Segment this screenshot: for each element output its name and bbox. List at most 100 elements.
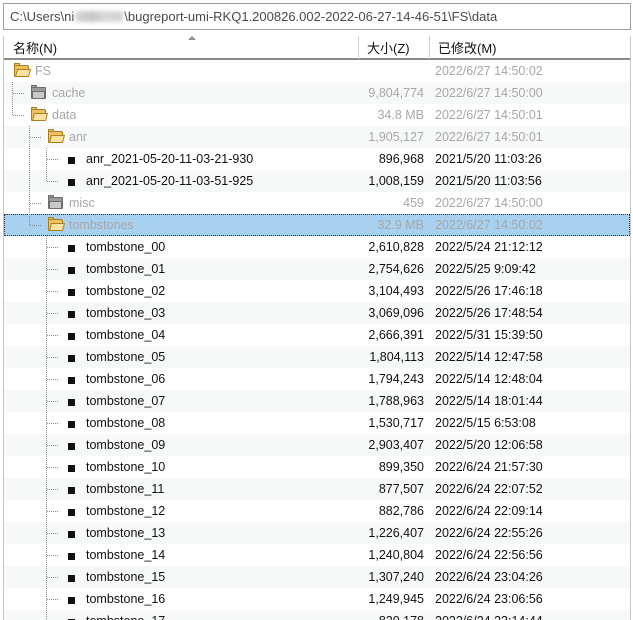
tree-guide-lines — [4, 456, 358, 478]
table-row[interactable]: tombstone_17 820,1782022/6/24 23:14:44 — [4, 610, 630, 620]
cell-name: tombstone_17 — [4, 610, 358, 620]
cell-size: 1,307,240 — [368, 570, 424, 584]
cell-name: tombstone_06 — [4, 368, 358, 390]
table-row[interactable]: anr_2021-05-20-11-03-21-930 896,968 2021/5… — [4, 148, 630, 170]
file-rows-container: FS 2022/6/27 14:50:02 cache 9,804,774 2022/6… — [4, 60, 630, 620]
table-row[interactable]: tombstone_00 2,610,828 2022/5/24 21:12:12 — [4, 236, 630, 258]
table-row[interactable]: tombstone_08 1,530,717 2022/5/15 6:53:08 — [4, 412, 630, 434]
table-row[interactable]: tombstone_13 1,226,407 2022/6/24 22:55:26 — [4, 522, 630, 544]
cell-modified: 2022/5/14 18:01:44 — [435, 394, 543, 408]
table-row[interactable]: misc 459 2022/6/27 14:50:00 — [4, 192, 630, 214]
tree-guide-lines — [4, 522, 358, 544]
column-header-name[interactable]: 名称(N) — [4, 36, 358, 59]
tree-guide-lines — [4, 302, 358, 324]
table-row[interactable]: tombstone_10 899,350 2022/6/24 21:57:30 — [4, 456, 630, 478]
cell-name: anr_2021-05-20-11-03-21-930 — [4, 148, 358, 170]
row-icon — [65, 525, 81, 541]
row-icon — [65, 173, 81, 189]
cell-size: 2,903,407 — [368, 438, 424, 452]
cell-modified: 2022/6/24 22:55:26 — [435, 526, 543, 540]
row-icon — [65, 305, 81, 321]
table-row[interactable]: tombstone_12 882,786 2022/6/24 22:09:14 — [4, 500, 630, 522]
file-icon — [68, 553, 75, 560]
tree-guide-lines — [4, 236, 358, 258]
table-row[interactable]: tombstone_01 2,754,626 2022/5/25 9:09:42 — [4, 258, 630, 280]
row-icon — [65, 151, 81, 167]
column-header-modified[interactable]: 已修改(M) — [429, 36, 630, 59]
cell-size: 1,008,159 — [368, 174, 424, 188]
row-name-label: tombstone_12 — [86, 503, 166, 518]
cell-modified: 2022/5/14 12:48:04 — [435, 372, 543, 386]
row-name-label: anr — [69, 129, 88, 144]
table-row[interactable]: data 34.8 MB 2022/6/27 14:50:01 — [4, 104, 630, 126]
cell-name: anr_2021-05-20-11-03-51-925 — [4, 170, 358, 192]
table-row[interactable]: tombstone_14 1,240,804 2022/6/24 22:56:56 — [4, 544, 630, 566]
tree-guide-lines — [4, 610, 358, 620]
table-row[interactable]: tombstone_15 1,307,240 2022/6/24 23:04:26 — [4, 566, 630, 588]
cell-name: tombstone_03 — [4, 302, 358, 324]
row-name-label: tombstone_07 — [86, 393, 166, 408]
cell-modified: 2022/5/25 9:09:42 — [435, 262, 536, 276]
address-bar[interactable]: C:\Users\ni \bugreport-umi-RKQ1.200826.0… — [3, 3, 631, 30]
cell-modified: 2022/6/24 23:06:56 — [435, 592, 543, 606]
tree-guide-lines — [4, 588, 358, 610]
table-row[interactable]: FS 2022/6/27 14:50:02 — [4, 60, 630, 82]
row-name-label: anr_2021-05-20-11-03-21-930 — [86, 151, 254, 166]
cell-modified: 2022/6/27 14:50:01 — [435, 108, 543, 122]
table-row[interactable]: tombstones 32.9 MB 2022/6/27 14:50:02 — [4, 214, 630, 236]
table-row[interactable]: tombstone_03 3,069,096 2022/5/26 17:48:54 — [4, 302, 630, 324]
cell-name: tombstone_04 — [4, 324, 358, 346]
table-row[interactable]: tombstone_05 1,804,113 2022/5/14 12:47:58 — [4, 346, 630, 368]
table-row[interactable]: cache 9,804,774 2022/6/27 14:50:00 — [4, 82, 630, 104]
row-icon — [65, 415, 81, 431]
row-icon — [65, 283, 81, 299]
file-icon — [68, 597, 75, 604]
tree-guide-lines — [4, 280, 358, 302]
cell-modified: 2021/5/20 11:03:26 — [435, 152, 542, 166]
row-name-label: tombstone_01 — [86, 261, 166, 276]
table-row[interactable]: tombstone_07 1,788,963 2022/5/14 18:01:44 — [4, 390, 630, 412]
table-row[interactable]: tombstone_09 2,903,407 2022/5/20 12:06:58 — [4, 434, 630, 456]
row-icon — [65, 349, 81, 365]
cell-size: 1,249,945 — [368, 592, 424, 606]
file-browser-window: C:\Users\ni \bugreport-umi-RKQ1.200826.0… — [0, 3, 633, 620]
cell-size: 32.9 MB — [377, 218, 424, 232]
table-row[interactable]: tombstone_02 3,104,493 2022/5/26 17:46:18 — [4, 280, 630, 302]
cell-modified: 2022/6/24 22:56:56 — [435, 548, 543, 562]
cell-name: tombstone_13 — [4, 522, 358, 544]
cell-size: 1,530,717 — [368, 416, 424, 430]
redacted-username-blur — [75, 11, 124, 22]
row-name-label: anr_2021-05-20-11-03-51-925 — [86, 173, 254, 188]
cell-name: tombstone_01 — [4, 258, 358, 280]
row-name-label: tombstone_06 — [86, 371, 166, 386]
column-header-row: 名称(N) 大小(Z) 已修改(M) — [4, 36, 630, 60]
file-icon — [68, 157, 75, 164]
tree-guide-lines — [4, 390, 358, 412]
file-icon — [68, 355, 75, 362]
row-name-label: tombstones — [69, 217, 134, 232]
file-icon — [68, 421, 75, 428]
cell-size: 877,507 — [378, 482, 424, 496]
table-row[interactable]: tombstone_04 2,666,391 2022/5/31 15:39:50 — [4, 324, 630, 346]
row-name-label: tombstone_04 — [86, 327, 166, 342]
table-row[interactable]: anr 1,905,127 2022/6/27 14:50:01 — [4, 126, 630, 148]
cell-modified: 2022/6/27 14:50:00 — [435, 86, 543, 100]
cell-size: 899,350 — [378, 460, 424, 474]
table-row[interactable]: tombstone_11 877,507 2022/6/24 22:07:52 — [4, 478, 630, 500]
row-name-label: tombstone_16 — [86, 591, 166, 606]
file-icon — [68, 289, 75, 296]
row-icon — [65, 459, 81, 475]
cell-modified: 2022/5/26 17:46:18 — [435, 284, 543, 298]
cell-name: tombstone_11 — [4, 478, 358, 500]
row-icon — [65, 481, 81, 497]
folder-open-icon — [48, 217, 65, 231]
table-row[interactable]: tombstone_16 1,249,945 2022/6/24 23:06:56 — [4, 588, 630, 610]
row-name-label: tombstone_03 — [86, 305, 166, 320]
table-row[interactable]: tombstone_06 1,794,243 2022/5/14 12:48:04 — [4, 368, 630, 390]
table-row[interactable]: anr_2021-05-20-11-03-51-925 1,008,159 2021… — [4, 170, 630, 192]
column-header-size[interactable]: 大小(Z) — [358, 36, 429, 59]
tree-guide-lines — [4, 346, 358, 368]
cell-name: data — [4, 104, 358, 126]
file-icon — [68, 399, 75, 406]
cell-size: 9,804,774 — [368, 86, 424, 100]
